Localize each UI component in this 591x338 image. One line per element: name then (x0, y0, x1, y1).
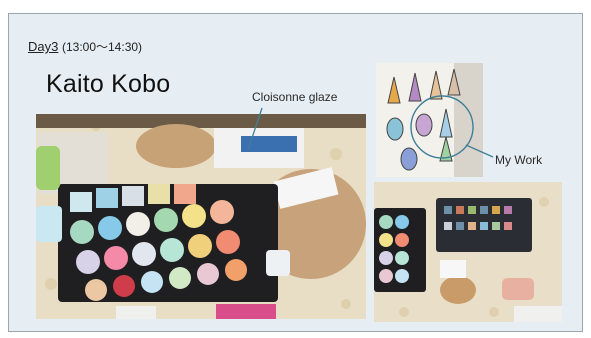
cloisonne-glaze-label: Cloisonne glaze (252, 90, 338, 104)
session-time: (13:00～14:30) (61, 40, 143, 54)
day-heading: Day3 (13:00～14:30) (28, 38, 142, 55)
day-label: Day3 (28, 39, 59, 54)
photo-glaze-tray (36, 114, 366, 319)
photo-my-work (376, 63, 483, 177)
slide-title: Kaito Kobo (46, 70, 171, 98)
photo-workshop-table (374, 182, 562, 322)
my-work-label: My Work (495, 153, 543, 167)
